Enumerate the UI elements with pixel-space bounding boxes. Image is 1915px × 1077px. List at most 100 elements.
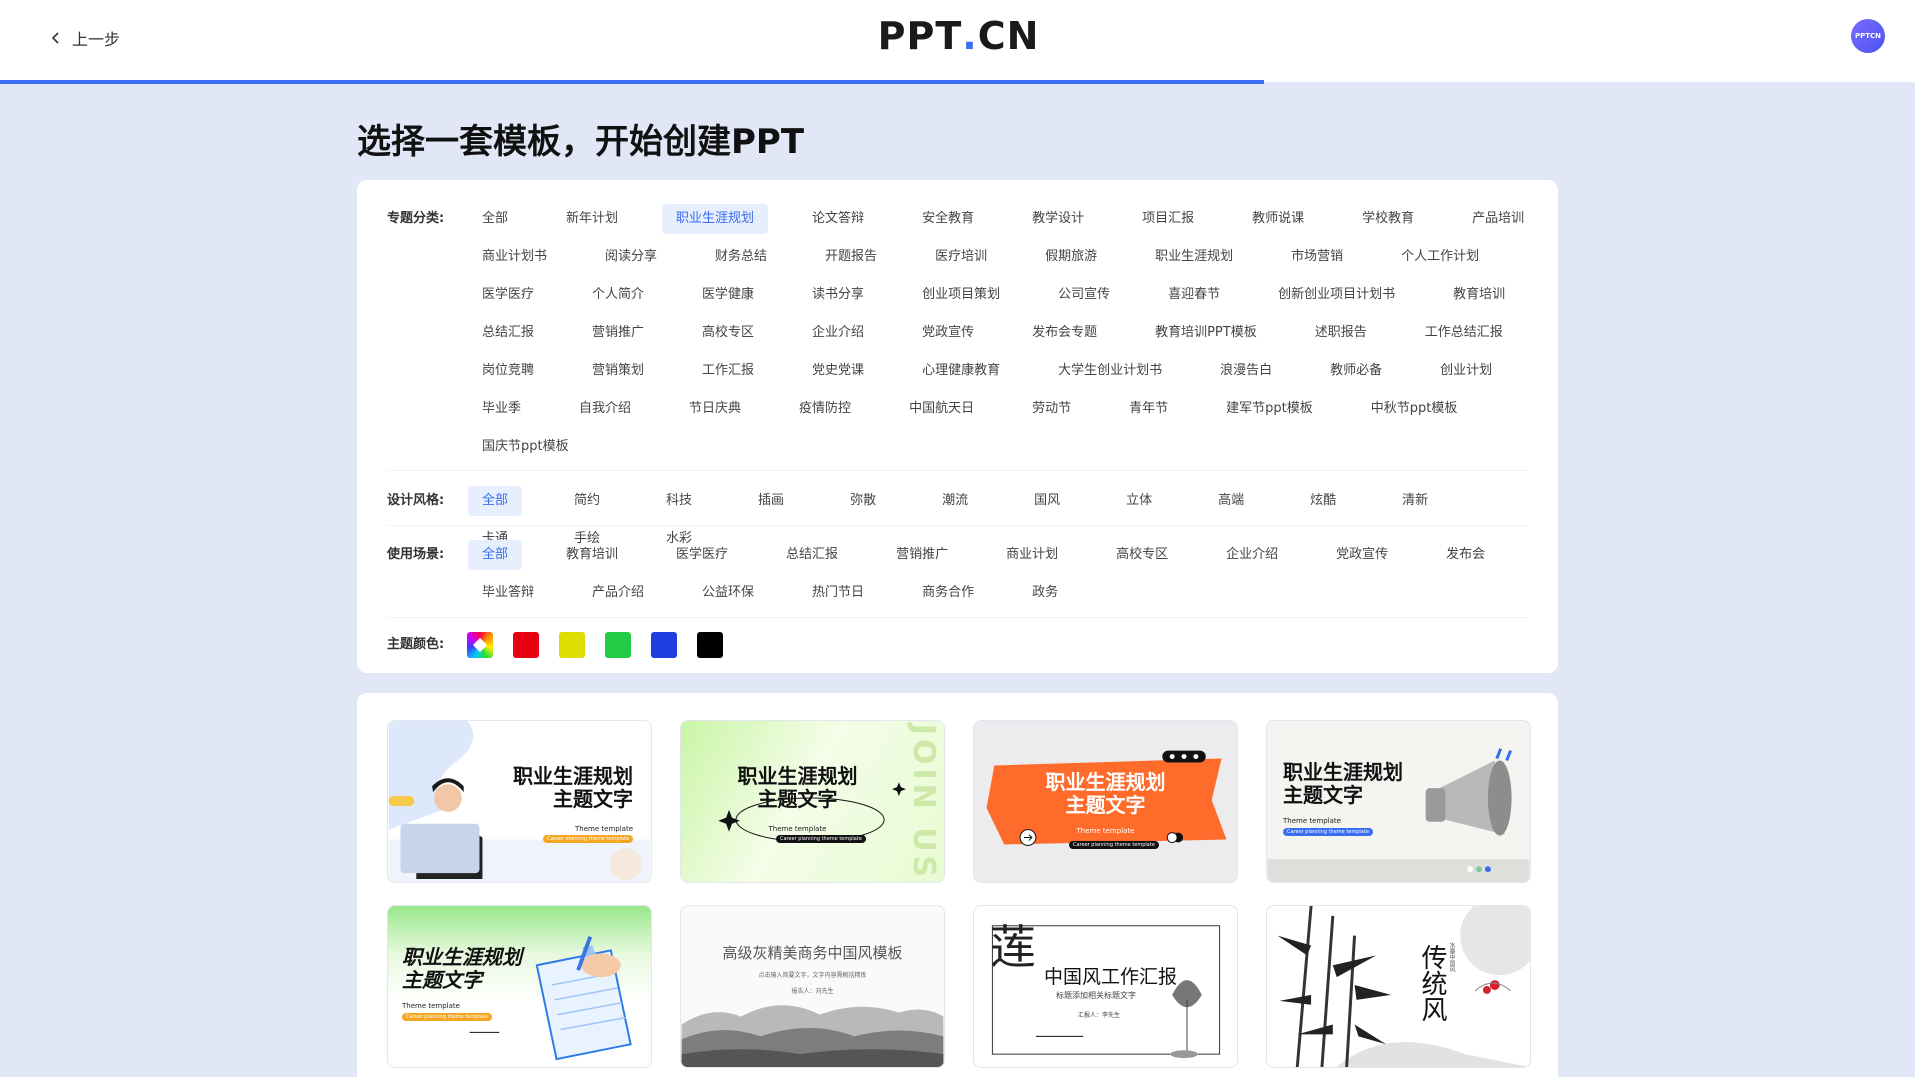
topic-tag[interactable]: 公司宣传	[1044, 280, 1124, 310]
topic-tag[interactable]: 高校专区	[688, 318, 768, 348]
topic-tag[interactable]: 疫情防控	[785, 394, 865, 424]
template-card[interactable]: 职业生涯规划 主题文字 Theme template Career planni…	[387, 905, 652, 1068]
topic-tag[interactable]: 读书分享	[798, 280, 878, 310]
back-button[interactable]: 上一步	[48, 24, 120, 52]
topic-tag[interactable]: 中秋节ppt模板	[1357, 394, 1472, 424]
color-swatch-red[interactable]	[513, 632, 539, 658]
topic-tag[interactable]: 节日庆典	[675, 394, 755, 424]
template-card[interactable]: JOIN US 职业生涯规划 主题文字 Theme template Caree…	[680, 720, 945, 883]
style-tag[interactable]: 全部	[468, 486, 523, 516]
topic-tag[interactable]: 论文答辩	[798, 204, 878, 234]
scene-tag[interactable]: 党政宣传	[1322, 540, 1402, 570]
topic-tag[interactable]: 述职报告	[1301, 318, 1381, 348]
scene-tag[interactable]: 教育培训	[552, 540, 632, 570]
topic-tag[interactable]: 假期旅游	[1031, 242, 1111, 272]
color-swatch-blue[interactable]	[651, 632, 677, 658]
scene-tag[interactable]: 医学医疗	[662, 540, 742, 570]
topic-tag[interactable]: 工作汇报	[688, 356, 768, 386]
scene-tag[interactable]: 全部	[468, 540, 523, 570]
topic-tag[interactable]: 创业计划	[1426, 356, 1506, 386]
topic-tag[interactable]: 营销推广	[578, 318, 658, 348]
topic-tag[interactable]: 浪漫告白	[1206, 356, 1286, 386]
scene-tag[interactable]: 高校专区	[1102, 540, 1182, 570]
template-card[interactable]: 职业生涯规划 主题文字 Theme template Career planni…	[973, 720, 1238, 883]
topic-tag[interactable]: 青年节	[1115, 394, 1182, 424]
scene-tag[interactable]: 产品介绍	[578, 578, 658, 608]
topic-tag[interactable]: 财务总结	[701, 242, 781, 272]
scene-tag[interactable]: 公益环保	[688, 578, 768, 608]
scene-tag[interactable]: 热门节日	[798, 578, 878, 608]
scene-tag[interactable]: 商业计划	[992, 540, 1072, 570]
topic-tag[interactable]: 个人工作计划	[1387, 242, 1493, 272]
style-tag[interactable]: 立体	[1112, 486, 1166, 516]
template-card[interactable]: 传统风 水墨中国风	[1266, 905, 1531, 1068]
topic-tag[interactable]: 国庆节ppt模板	[468, 432, 583, 462]
scene-tag[interactable]: 发布会	[1432, 540, 1499, 570]
color-swatch-black[interactable]	[697, 632, 723, 658]
topic-tag[interactable]: 营销策划	[578, 356, 658, 386]
topic-tag[interactable]: 创业项目策划	[908, 280, 1014, 310]
topic-tag[interactable]: 喜迎春节	[1154, 280, 1234, 310]
topic-tag[interactable]: 教学设计	[1018, 204, 1098, 234]
topic-tag[interactable]: 市场营销	[1277, 242, 1357, 272]
style-tag[interactable]: 科技	[652, 486, 706, 516]
topic-tag[interactable]: 党政宣传	[908, 318, 988, 348]
style-tag[interactable]: 简约	[560, 486, 614, 516]
scene-tag[interactable]: 营销推广	[882, 540, 962, 570]
topic-tag[interactable]: 教育培训PPT模板	[1141, 318, 1271, 348]
template-card[interactable]: 莲 中国风工作汇报 标题添加相关标题文字 汇报人：李先生	[973, 905, 1238, 1068]
scene-tag[interactable]: 企业介绍	[1212, 540, 1292, 570]
style-tag[interactable]: 炫酷	[1296, 486, 1350, 516]
topic-tag[interactable]: 自我介绍	[565, 394, 645, 424]
topic-tag[interactable]: 学校教育	[1348, 204, 1428, 234]
topic-tag[interactable]: 阅读分享	[591, 242, 671, 272]
style-tag[interactable]: 高端	[1204, 486, 1258, 516]
scene-tag[interactable]: 总结汇报	[772, 540, 852, 570]
template-card[interactable]: 职业生涯规划 主题文字 Theme template Career planni…	[387, 720, 652, 883]
template-card[interactable]: 职业生涯规划 主题文字 Theme template Career planni…	[1266, 720, 1531, 883]
topic-tag[interactable]: 医学医疗	[468, 280, 548, 310]
topic-tag[interactable]: 产品培训	[1458, 204, 1538, 234]
topic-tag[interactable]: 工作总结汇报	[1411, 318, 1517, 348]
topic-tag[interactable]: 岗位竞聘	[468, 356, 548, 386]
topic-tag[interactable]: 心理健康教育	[908, 356, 1014, 386]
topic-tag[interactable]: 教师必备	[1316, 356, 1396, 386]
topic-tag[interactable]: 教育培训	[1439, 280, 1519, 310]
color-swatch-green[interactable]	[605, 632, 631, 658]
topic-tag[interactable]: 发布会专题	[1018, 318, 1111, 348]
topic-tag[interactable]: 职业生涯规划	[1141, 242, 1247, 272]
topic-tag[interactable]: 开题报告	[811, 242, 891, 272]
topic-tag[interactable]: 毕业季	[468, 394, 535, 424]
style-tag[interactable]: 清新	[1388, 486, 1442, 516]
style-tag[interactable]: 国风	[1020, 486, 1074, 516]
topic-tag[interactable]: 个人简介	[578, 280, 658, 310]
topic-tag[interactable]: 党史党课	[798, 356, 878, 386]
color-swatch-multicolor[interactable]	[467, 632, 493, 658]
topic-tag[interactable]: 新年计划	[552, 204, 632, 234]
topic-tag[interactable]: 企业介绍	[798, 318, 878, 348]
scene-tag[interactable]: 商务合作	[908, 578, 988, 608]
topic-tag[interactable]: 医疗培训	[921, 242, 1001, 272]
topic-tag[interactable]: 劳动节	[1018, 394, 1085, 424]
site-logo[interactable]: PPT. CN	[878, 14, 1039, 58]
topic-tag[interactable]: 建军节ppt模板	[1212, 394, 1327, 424]
scene-tag[interactable]: 毕业答辩	[468, 578, 548, 608]
topic-tag[interactable]: 大学生创业计划书	[1044, 356, 1176, 386]
topic-tag[interactable]: 商业计划书	[468, 242, 561, 272]
topic-tag[interactable]: 全部	[468, 204, 522, 234]
topic-tag[interactable]: 总结汇报	[468, 318, 548, 348]
scene-tag[interactable]: 政务	[1018, 578, 1072, 608]
topic-tag[interactable]: 安全教育	[908, 204, 988, 234]
topic-tag[interactable]: 创新创业项目计划书	[1264, 280, 1409, 310]
topic-tag[interactable]: 中国航天日	[895, 394, 988, 424]
template-card[interactable]: 高级灰精美商务中国风模板 点击输入简要文字，文字内容需概括精炼 报告人：刘先生	[680, 905, 945, 1068]
topic-tag[interactable]: 医学健康	[688, 280, 768, 310]
user-avatar[interactable]: PPTCN	[1851, 19, 1885, 53]
color-swatch-yellow[interactable]	[559, 632, 585, 658]
style-tag[interactable]: 插画	[744, 486, 798, 516]
style-tag[interactable]: 潮流	[928, 486, 982, 516]
style-tag[interactable]: 弥散	[836, 486, 890, 516]
topic-tag[interactable]: 教师说课	[1238, 204, 1318, 234]
topic-tag[interactable]: 项目汇报	[1128, 204, 1208, 234]
topic-tag[interactable]: 职业生涯规划	[662, 204, 769, 234]
